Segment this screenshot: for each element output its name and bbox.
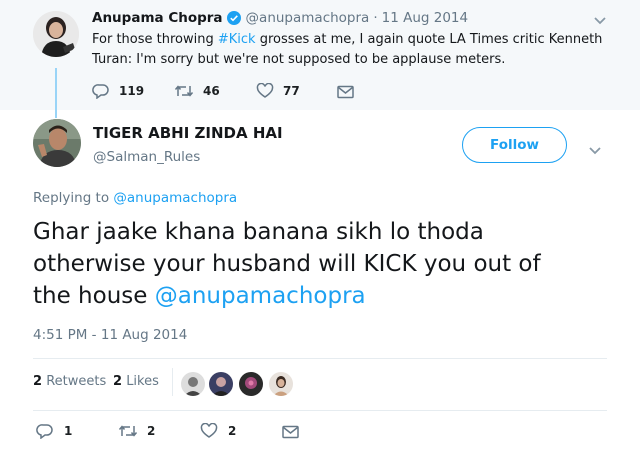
parent-text-line2: Turan: I'm sorry but we're not supposed … xyxy=(92,52,506,67)
retweets-stat[interactable]: 2 Retweets xyxy=(33,374,106,389)
retweet-icon xyxy=(118,423,138,439)
reply-button[interactable]: 1 xyxy=(36,423,72,439)
liker-avatar[interactable] xyxy=(180,371,206,397)
thread-connector xyxy=(55,68,57,118)
heart-icon xyxy=(200,423,218,439)
divider-bottom xyxy=(33,410,607,411)
parent-like-button[interactable]: 77 xyxy=(256,83,300,99)
parent-mail-button[interactable] xyxy=(337,84,354,103)
tweet-text-line2: otherwise your husband will KICK you out… xyxy=(33,251,541,277)
author-handle[interactable]: @Salman_Rules xyxy=(93,149,200,165)
divider-top xyxy=(33,358,607,359)
tweet-text-line1: Ghar jaake khana banana sikh lo thoda xyxy=(33,219,484,245)
like-total: 2 xyxy=(113,374,123,389)
parent-text-after: grosses at me, I again quote LA Times cr… xyxy=(255,32,603,47)
like-label: Likes xyxy=(126,374,159,389)
stats-separator xyxy=(172,368,173,396)
replying-to: Replying to @anupamachopra xyxy=(33,190,237,206)
parent-date[interactable]: 11 Aug 2014 xyxy=(382,10,468,26)
parent-text-before: For those throwing xyxy=(92,32,218,47)
retweet-total: 2 xyxy=(33,374,43,389)
replying-prefix: Replying to xyxy=(33,190,110,206)
parent-avatar[interactable] xyxy=(33,11,79,57)
parent-author-name[interactable]: Anupama Chopra xyxy=(92,10,223,26)
mention-link[interactable]: @anupamachopra xyxy=(155,283,366,309)
tweet-text-line3: the house xyxy=(33,283,155,309)
tweet-menu-chevron-icon[interactable] xyxy=(588,141,602,160)
reply-icon xyxy=(36,423,54,439)
author-name[interactable]: TIGER ABHI ZINDA HAI xyxy=(93,124,283,142)
reply-icon xyxy=(92,83,110,99)
parent-reply-button[interactable]: 119 xyxy=(92,83,144,99)
chevron-down-icon[interactable] xyxy=(593,11,607,30)
parent-tweet-text: For those throwing #Kick grosses at me, … xyxy=(92,30,622,70)
reply-count: 1 xyxy=(64,424,73,438)
like-button[interactable]: 2 xyxy=(200,423,236,439)
likes-stat[interactable]: 2 Likes xyxy=(113,374,159,389)
parent-retweet-button[interactable]: 46 xyxy=(174,83,220,99)
parent-author-handle[interactable]: @anupamachopra xyxy=(246,10,370,26)
parent-reply-count: 119 xyxy=(119,84,145,98)
verified-badge-icon xyxy=(226,11,241,25)
hashtag-link[interactable]: #Kick xyxy=(218,32,256,47)
author-avatar[interactable] xyxy=(33,119,81,167)
like-action-count: 2 xyxy=(228,424,237,438)
parent-like-count: 77 xyxy=(283,84,300,98)
retweet-icon xyxy=(174,83,194,99)
parent-separator: · xyxy=(373,10,378,26)
liker-avatar[interactable] xyxy=(208,371,234,397)
replying-handle-link[interactable]: @anupamachopra xyxy=(113,190,237,206)
liker-avatar[interactable] xyxy=(268,371,294,397)
tweet-timestamp[interactable]: 4:51 PM - 11 Aug 2014 xyxy=(33,327,187,343)
mail-icon xyxy=(337,84,354,103)
mail-icon xyxy=(282,424,299,443)
retweet-label: Retweets xyxy=(46,374,107,389)
retweet-button[interactable]: 2 xyxy=(118,423,155,439)
parent-retweet-count: 46 xyxy=(203,84,220,98)
liker-avatar[interactable] xyxy=(238,371,264,397)
follow-button[interactable]: Follow xyxy=(462,127,567,163)
direct-message-button[interactable] xyxy=(282,424,299,443)
retweet-action-count: 2 xyxy=(147,424,156,438)
heart-icon xyxy=(256,83,274,99)
tweet-text: Ghar jaake khana banana sikh lo thoda ot… xyxy=(33,216,613,312)
